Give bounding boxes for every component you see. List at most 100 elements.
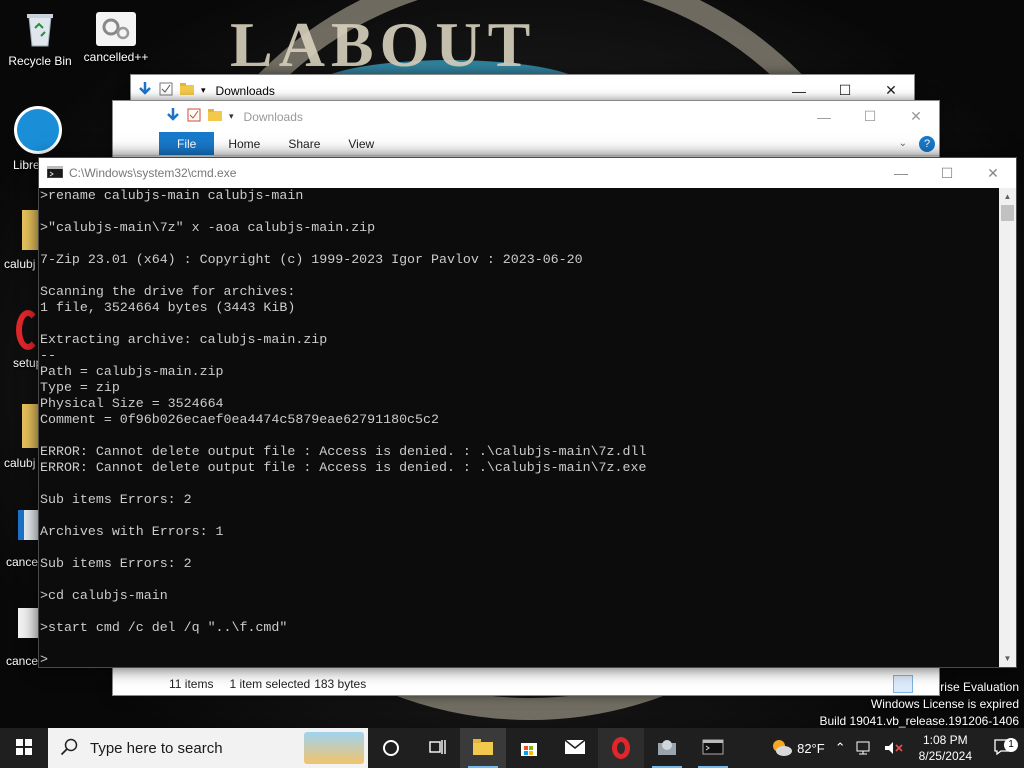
- chevron-down-icon[interactable]: ▾: [201, 85, 206, 96]
- console-line: Scanning the drive for archives:: [40, 284, 296, 299]
- network-icon[interactable]: [851, 741, 879, 755]
- evaluation-watermark: rise Evaluation Windows License is expir…: [820, 679, 1020, 730]
- console-line: Sub items Errors: 2: [40, 492, 192, 507]
- maximize-button[interactable]: ☐: [847, 101, 893, 132]
- cmd-window[interactable]: C:\Windows\system32\cmd.exe — ☐ ✕ >renam…: [38, 157, 1017, 668]
- minimize-button[interactable]: —: [878, 158, 924, 189]
- tab-home[interactable]: Home: [214, 132, 274, 155]
- document-icon[interactable]: [18, 510, 40, 540]
- console-line: 1 file, 3524664 bytes (3443 KiB): [40, 300, 296, 315]
- libre-label-partial: Libre: [13, 158, 40, 172]
- volume-muted-icon[interactable]: [879, 741, 909, 755]
- search-input[interactable]: Type here to search: [48, 728, 368, 768]
- opera-logo-icon: [612, 737, 630, 759]
- selection-count: 1 item selected: [229, 677, 311, 691]
- close-button[interactable]: ✕: [893, 101, 939, 132]
- start-button[interactable]: [0, 728, 48, 768]
- cancelled-shortcut[interactable]: cancelled++: [78, 8, 154, 64]
- clock-time: 1:08 PM: [922, 733, 968, 747]
- maximize-button[interactable]: ☐: [924, 158, 970, 189]
- console-line: Extracting archive: calubjs-main.zip: [40, 332, 328, 347]
- file-explorer-taskbar-button[interactable]: [460, 728, 506, 768]
- console-line: >rename calubjs-main calubjs-main: [40, 188, 304, 203]
- console-line: Sub items Errors: 2: [40, 556, 192, 571]
- settings-file-icon: [96, 12, 136, 46]
- show-hidden-icons-button[interactable]: ⌃: [830, 740, 851, 756]
- calubj-label-partial: calubj: [4, 456, 36, 470]
- search-highlight-icon: [304, 732, 364, 764]
- store-taskbar-button[interactable]: [506, 728, 552, 768]
- clock[interactable]: 1:08 PM 8/25/2024: [909, 732, 982, 764]
- new-folder-icon[interactable]: [207, 108, 223, 125]
- notification-count-badge: 1: [1004, 737, 1018, 752]
- properties-check-icon[interactable]: [159, 82, 173, 99]
- wallpaper-lettering: LABOUT: [230, 9, 537, 80]
- tab-share[interactable]: Share: [274, 132, 334, 155]
- cortana-circle-icon: [383, 740, 399, 756]
- recycle-bin-icon: [19, 8, 61, 50]
- vertical-scrollbar[interactable]: ▲ ▼: [999, 188, 1016, 667]
- mail-taskbar-button[interactable]: [552, 728, 598, 768]
- console-line: >: [40, 652, 48, 667]
- libreoffice-icon[interactable]: [14, 106, 62, 154]
- console-line: >start cmd /c del /q "..\f.cmd": [40, 620, 288, 635]
- taskbar: Type here to search 82°F ⌃ 1:08 PM 8/25/…: [0, 728, 1024, 768]
- console-line: --: [40, 348, 56, 363]
- scroll-thumb[interactable]: [1001, 205, 1014, 221]
- search-placeholder: Type here to search: [90, 739, 223, 757]
- task-view-button[interactable]: [414, 728, 460, 768]
- chevron-down-icon[interactable]: ▾: [229, 111, 234, 122]
- opera-setup-icon[interactable]: [16, 310, 40, 350]
- settings-file-icon[interactable]: [18, 608, 40, 638]
- minimize-button[interactable]: —: [801, 101, 847, 132]
- app-taskbar-button[interactable]: [644, 728, 690, 768]
- weather-widget[interactable]: 82°F: [764, 737, 830, 760]
- cortana-button[interactable]: [368, 728, 414, 768]
- scroll-down-arrow-icon[interactable]: ▼: [999, 650, 1016, 667]
- status-bar: 11 items 1 item selected 183 bytes: [113, 673, 939, 695]
- action-center-button[interactable]: 1: [982, 737, 1024, 758]
- tab-view[interactable]: View: [334, 132, 388, 155]
- watermark-line: Windows License is expired: [870, 697, 1019, 711]
- tab-file[interactable]: File: [159, 132, 215, 155]
- window-title: C:\Windows\system32\cmd.exe: [69, 166, 237, 180]
- system-tray: 82°F ⌃ 1:08 PM 8/25/2024 1: [764, 728, 1024, 768]
- help-icon[interactable]: ?: [919, 135, 935, 152]
- cancel-label-partial: cancel: [6, 654, 41, 668]
- console-line: >cd calubjs-main: [40, 588, 168, 603]
- windows-logo-icon: [16, 738, 32, 758]
- calubj-label-partial: calubj: [4, 257, 36, 271]
- console-line: ERROR: Cannot delete output file : Acces…: [40, 444, 647, 459]
- folder-icon: [472, 738, 494, 759]
- task-view-icon: [428, 739, 446, 758]
- cmd-titlebar[interactable]: C:\Windows\system32\cmd.exe — ☐ ✕: [39, 158, 1016, 188]
- opera-taskbar-button[interactable]: [598, 728, 644, 768]
- explorer-titlebar[interactable]: ▾ Downloads — ☐ ✕: [113, 101, 939, 132]
- console-app-icon: [46, 165, 64, 181]
- properties-check-icon[interactable]: [187, 108, 201, 125]
- new-folder-icon[interactable]: [179, 82, 195, 99]
- console-output[interactable]: >rename calubjs-main calubjs-main >"calub…: [39, 188, 999, 667]
- cmd-taskbar-button[interactable]: [690, 728, 736, 768]
- cancelled-label: cancelled++: [83, 50, 149, 64]
- close-button[interactable]: ✕: [970, 158, 1016, 189]
- recycle-bin-shortcut[interactable]: Recycle Bin: [2, 8, 78, 68]
- download-arrow-icon: [137, 81, 153, 100]
- console-line: >"calubjs-main\7z" x -aoa calubjs-main.z…: [40, 220, 376, 235]
- console-line: 7-Zip 23.01 (x64) : Copyright (c) 1999-2…: [40, 252, 583, 267]
- watermark-line: rise Evaluation: [940, 680, 1019, 694]
- cancel-label-partial: cancel: [6, 555, 41, 569]
- console-app-icon: [702, 739, 724, 758]
- expand-ribbon-icon[interactable]: ⌄: [899, 138, 907, 149]
- scroll-up-arrow-icon[interactable]: ▲: [999, 188, 1016, 205]
- console-line: Archives with Errors: 1: [40, 524, 224, 539]
